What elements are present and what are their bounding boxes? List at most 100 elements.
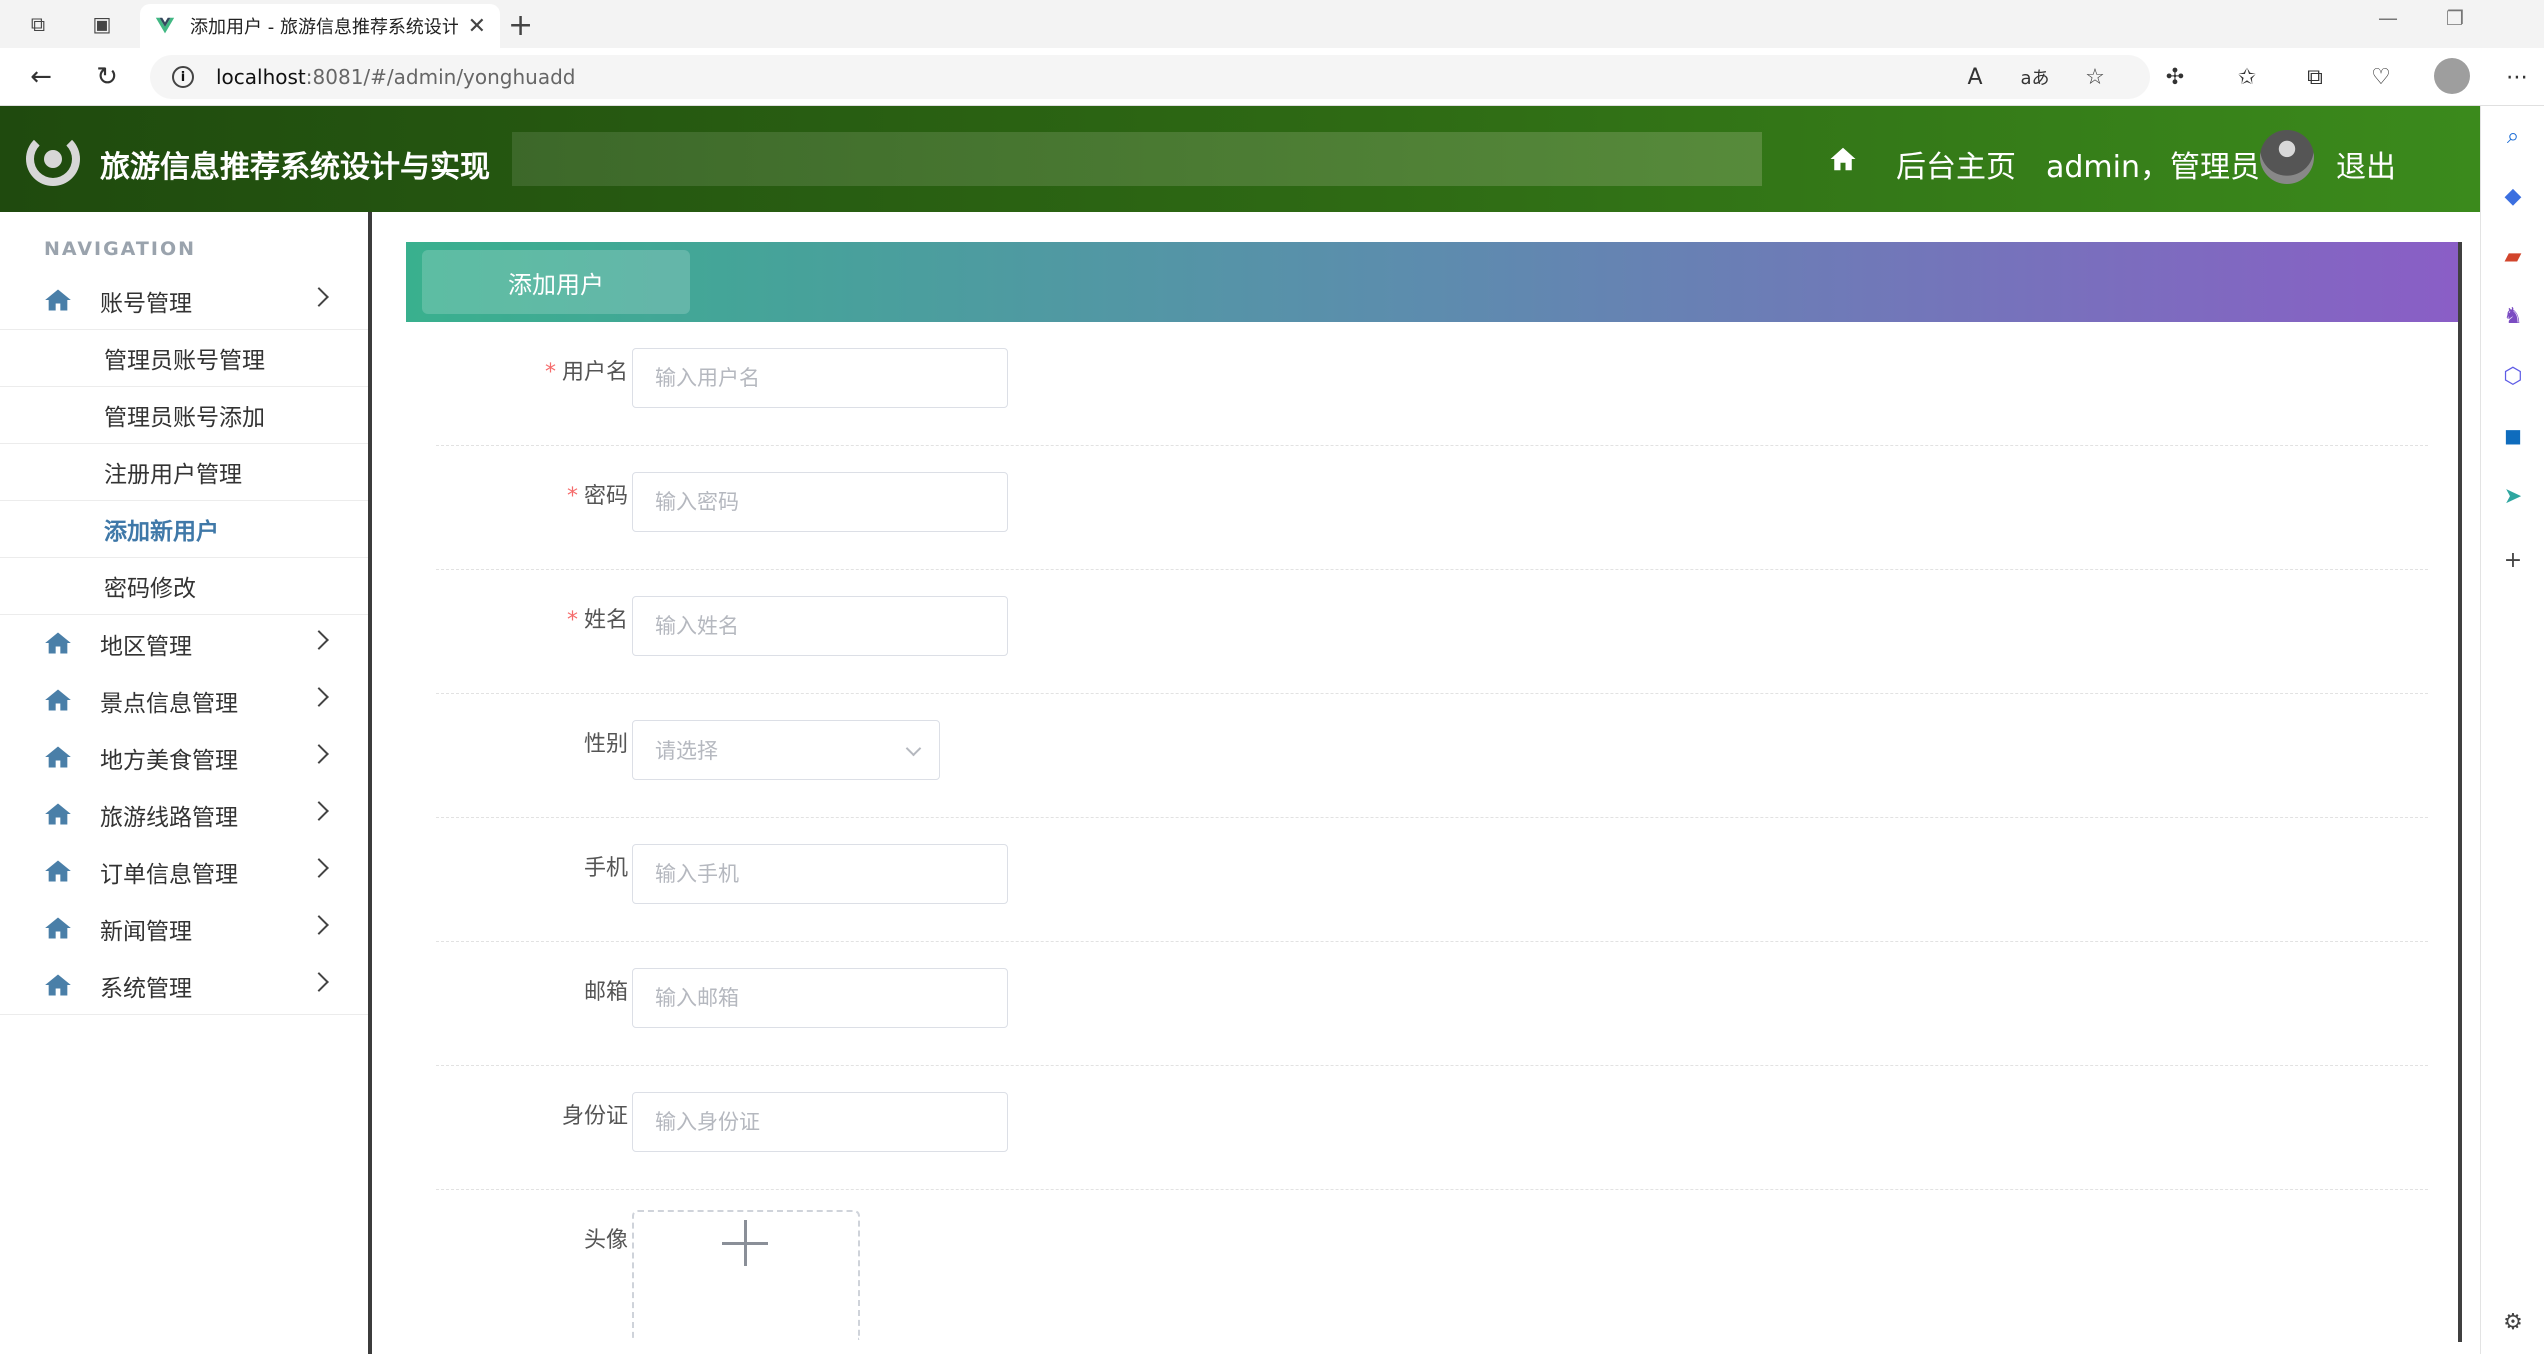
gender-select[interactable]: 请选择 bbox=[632, 720, 940, 780]
tab-close-icon[interactable]: ✕ bbox=[468, 14, 486, 39]
search-icon[interactable]: ⌕ bbox=[2497, 120, 2529, 152]
favorites-icon[interactable]: ✩ bbox=[2232, 62, 2262, 92]
site-info-icon[interactable]: i bbox=[172, 66, 194, 88]
send-icon[interactable]: ➤ bbox=[2497, 480, 2529, 512]
collections-icon[interactable]: ⧉ bbox=[2300, 62, 2330, 92]
gender-label: 性别 bbox=[583, 732, 628, 757]
browser-tab-active[interactable]: 添加用户 - 旅游信息推荐系统设计 ✕ bbox=[140, 4, 500, 48]
chevron-right-icon bbox=[309, 287, 329, 307]
chevron-right-icon bbox=[309, 630, 329, 650]
edge-side-panel: ⌕ ◆ ▰ ♞ ⬡ ◼ ➤ + ⚙ bbox=[2480, 106, 2544, 1354]
vue-logo-icon bbox=[155, 17, 175, 34]
plus-icon-vertical bbox=[744, 1220, 747, 1266]
home-icon bbox=[45, 917, 71, 939]
user-avatar[interactable] bbox=[2260, 130, 2314, 184]
sidebar-item-attractions[interactable]: 景点信息管理 bbox=[0, 672, 368, 729]
sidebar: NAVIGATION 账号管理 管理员账号管理 管理员账号添加 注册用户管理 添… bbox=[0, 212, 372, 1354]
home-icon bbox=[45, 803, 71, 825]
form-row-phone: 手机 bbox=[436, 818, 2428, 942]
microsoft365-icon[interactable]: ⬡ bbox=[2497, 360, 2529, 392]
home-icon bbox=[45, 860, 71, 882]
home-icon bbox=[45, 289, 71, 311]
avatar-upload[interactable] bbox=[632, 1210, 860, 1340]
email-input[interactable] bbox=[632, 968, 1008, 1028]
home-icon[interactable] bbox=[1828, 144, 1858, 174]
workspaces-icon[interactable]: ⧉ bbox=[24, 10, 52, 38]
sidebar-menu: 账号管理 管理员账号管理 管理员账号添加 注册用户管理 添加新用户 密码修改 地… bbox=[0, 272, 368, 1015]
select-placeholder: 请选择 bbox=[655, 739, 718, 763]
sidebar-item-label: 新闻管理 bbox=[100, 918, 192, 945]
shopping-tag-icon[interactable]: ◆ bbox=[2497, 180, 2529, 212]
browser-essentials-icon[interactable]: ♡ bbox=[2366, 62, 2396, 92]
chevron-right-icon bbox=[309, 744, 329, 764]
url-field[interactable]: i localhost:8081/#/admin/yonghuadd bbox=[150, 55, 2150, 99]
tools-icon[interactable]: ▰ bbox=[2497, 240, 2529, 272]
sidebar-item-region[interactable]: 地区管理 bbox=[0, 615, 368, 672]
name-input[interactable] bbox=[632, 596, 1008, 656]
games-icon[interactable]: ♞ bbox=[2497, 300, 2529, 332]
submenu-password-change[interactable]: 密码修改 bbox=[0, 558, 368, 615]
username-input[interactable] bbox=[632, 348, 1008, 408]
sidebar-item-account[interactable]: 账号管理 bbox=[0, 272, 368, 329]
tab-title: 添加用户 - 旅游信息推荐系统设计 bbox=[190, 17, 458, 38]
username-label: * 用户名 bbox=[545, 354, 628, 386]
card-title: 添加用户 bbox=[422, 250, 690, 314]
submenu-admin-add[interactable]: 管理员账号添加 bbox=[0, 387, 368, 444]
chevron-down-icon bbox=[905, 740, 922, 757]
restore-icon[interactable]: ❐ bbox=[2446, 6, 2464, 30]
avatar-label: 头像 bbox=[583, 1228, 628, 1253]
read-aloud-icon[interactable]: A bbox=[1960, 62, 1990, 92]
submenu-admin-manage[interactable]: 管理员账号管理 bbox=[0, 330, 368, 387]
card-header: 添加用户 bbox=[406, 242, 2458, 322]
home-icon bbox=[45, 974, 71, 996]
field-label: 用户名 bbox=[561, 360, 628, 385]
chevron-right-icon bbox=[309, 858, 329, 878]
logout-link[interactable]: 退出 bbox=[2336, 142, 2396, 186]
add-icon[interactable]: + bbox=[2497, 544, 2529, 576]
new-tab-button[interactable]: + bbox=[508, 8, 533, 43]
app-header: 旅游信息推荐系统设计与实现 后台主页 admin，管理员 退出 bbox=[0, 106, 2480, 212]
idcard-input[interactable] bbox=[632, 1092, 1008, 1152]
chevron-right-icon bbox=[309, 972, 329, 992]
form-row-idcard: 身份证 bbox=[436, 1066, 2428, 1190]
submenu-user-manage[interactable]: 注册用户管理 bbox=[0, 444, 368, 501]
sidebar-item-system[interactable]: 系统管理 bbox=[0, 957, 368, 1014]
back-icon[interactable]: ← bbox=[24, 60, 58, 94]
account-submenu: 管理员账号管理 管理员账号添加 注册用户管理 添加新用户 密码修改 bbox=[0, 329, 368, 615]
more-menu-icon[interactable]: ⋯ bbox=[2502, 62, 2532, 92]
extensions-icon[interactable]: ✣ bbox=[2160, 62, 2190, 92]
password-input[interactable] bbox=[632, 472, 1008, 532]
menu-divider bbox=[0, 1014, 368, 1015]
profile-avatar[interactable] bbox=[2434, 58, 2470, 94]
site-title: 旅游信息推荐系统设计与实现 bbox=[100, 150, 490, 185]
idcard-label: 身份证 bbox=[561, 1104, 628, 1129]
name-label: * 姓名 bbox=[567, 602, 628, 634]
submenu-user-add[interactable]: 添加新用户 bbox=[0, 501, 368, 558]
sidebar-item-food[interactable]: 地方美食管理 bbox=[0, 729, 368, 786]
tab-actions-icon[interactable]: ▣ bbox=[88, 10, 116, 38]
form-row-email: 邮箱 bbox=[436, 942, 2428, 1066]
password-label: * 密码 bbox=[567, 478, 628, 510]
browser-tab-bar: ⧉ ▣ 添加用户 - 旅游信息推荐系统设计 ✕ + — ❐ bbox=[0, 0, 2544, 48]
sidebar-item-label: 地区管理 bbox=[100, 633, 192, 660]
browser-address-bar: ← ↻ i localhost:8081/#/admin/yonghuadd A… bbox=[0, 48, 2544, 106]
sidebar-item-news[interactable]: 新闻管理 bbox=[0, 900, 368, 957]
translate-icon[interactable]: aあ bbox=[2020, 62, 2050, 92]
required-mark: * bbox=[566, 608, 578, 633]
sidebar-item-routes[interactable]: 旅游线路管理 bbox=[0, 786, 368, 843]
refresh-icon[interactable]: ↻ bbox=[90, 60, 124, 94]
chevron-right-icon bbox=[309, 687, 329, 707]
dashboard-link[interactable]: 后台主页 bbox=[1896, 142, 2016, 186]
outlook-icon[interactable]: ◼ bbox=[2497, 420, 2529, 452]
home-icon bbox=[45, 632, 71, 654]
sidebar-item-label: 旅游线路管理 bbox=[100, 804, 238, 831]
favorite-star-icon[interactable]: ☆ bbox=[2080, 62, 2110, 92]
chevron-right-icon bbox=[309, 915, 329, 935]
logo-icon bbox=[26, 132, 80, 186]
settings-gear-icon[interactable]: ⚙ bbox=[2497, 1306, 2529, 1338]
form-row-password: * 密码 bbox=[436, 446, 2428, 570]
form-row-gender: 性别 请选择 bbox=[436, 694, 2428, 818]
sidebar-item-orders[interactable]: 订单信息管理 bbox=[0, 843, 368, 900]
phone-input[interactable] bbox=[632, 844, 1008, 904]
minimize-icon[interactable]: — bbox=[2378, 6, 2398, 30]
